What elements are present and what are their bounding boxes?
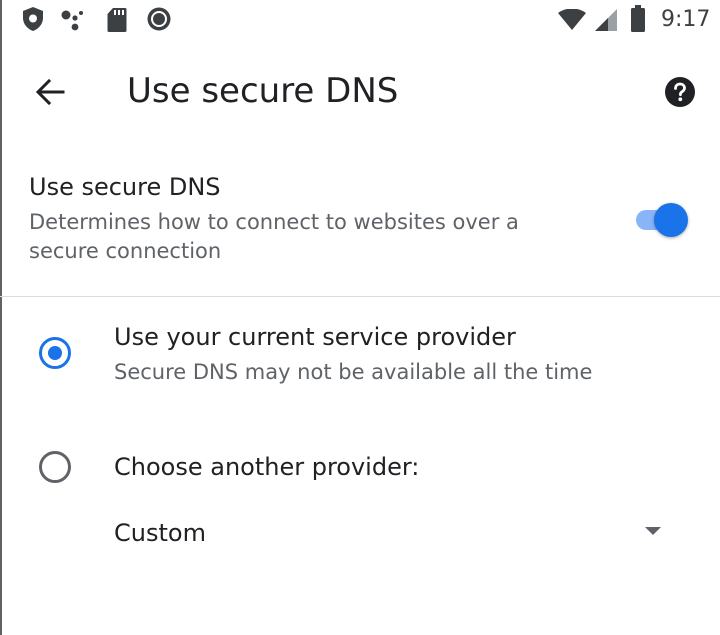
- provider-dropdown-value: Custom: [114, 519, 206, 547]
- secure-dns-toggle-description: Determines how to connect to websites ov…: [29, 210, 519, 263]
- back-button[interactable]: [26, 68, 74, 116]
- option-current-provider-label: Use your current service provider: [114, 323, 516, 351]
- secure-dns-toggle-row[interactable]: Use secure DNS Determines how to connect…: [0, 160, 720, 290]
- radio-selected-dot: [48, 346, 62, 360]
- option-another-provider-label: Choose another provider:: [114, 453, 420, 481]
- option-current-provider-sublabel: Secure DNS may not be available all the …: [114, 360, 593, 384]
- help-circle-icon: [665, 77, 695, 107]
- provider-dropdown[interactable]: Custom: [114, 508, 674, 558]
- page-title: Use secure DNS: [127, 71, 399, 111]
- secure-dns-switch[interactable]: [633, 200, 691, 240]
- status-bar: 9:17: [0, 0, 720, 40]
- battery-icon: [630, 5, 646, 37]
- sd-card-icon: [107, 7, 127, 37]
- dropdown-arrow-icon: [645, 527, 661, 535]
- secure-dns-toggle-title: Use secure DNS: [29, 173, 221, 201]
- option-current-provider[interactable]: Use your current service provider Secure…: [0, 316, 720, 408]
- app-bar: Use secure DNS: [0, 48, 720, 138]
- section-divider: [0, 296, 720, 297]
- wifi-icon: [557, 8, 587, 35]
- switch-thumb: [654, 203, 688, 237]
- arrow-back-icon: [35, 79, 65, 105]
- cell-signal-icon: [594, 8, 618, 36]
- record-icon: [146, 6, 172, 36]
- status-time: 9:17: [661, 7, 711, 32]
- assistant-dots-icon: [60, 9, 86, 35]
- radio-current-provider[interactable]: [39, 337, 71, 369]
- shield-icon: [22, 6, 44, 36]
- secure-dns-settings-screen: 9:17 Use secure DNS Use secure DNS Deter…: [0, 0, 720, 635]
- option-another-provider[interactable]: Choose another provider:: [0, 444, 720, 494]
- radio-another-provider[interactable]: [39, 451, 71, 483]
- help-button[interactable]: [658, 70, 702, 114]
